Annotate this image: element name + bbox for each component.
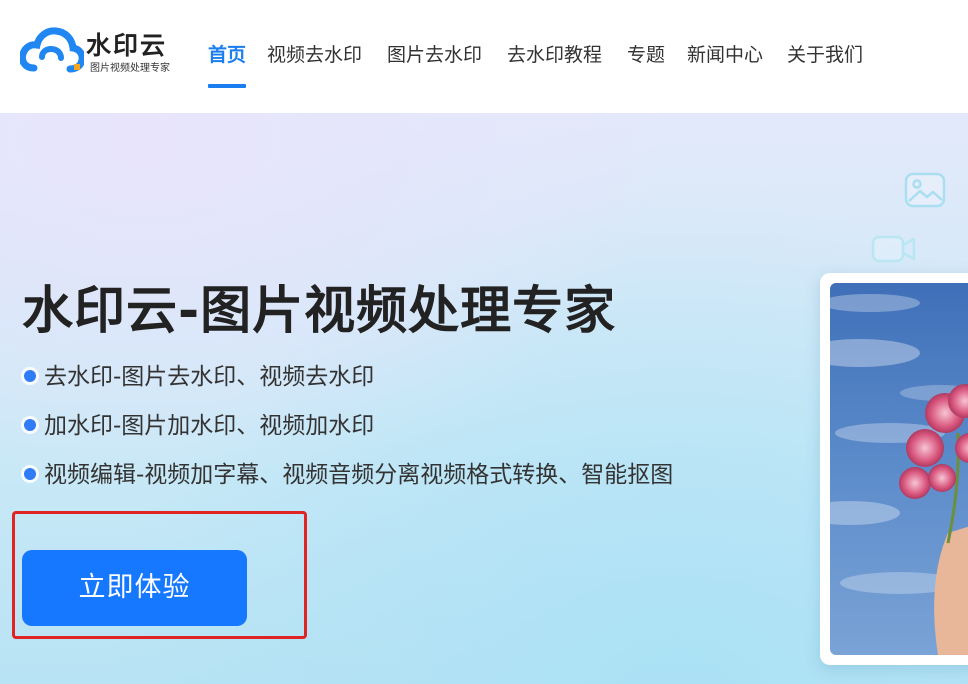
nav-item-news[interactable]: 新闻中心 [687, 40, 763, 67]
nav-item-tutorials[interactable]: 去水印教程 [507, 40, 602, 67]
logo-tagline: 图片视频处理专家 [90, 63, 170, 74]
hero-title: 水印云-图片视频处理专家 [22, 282, 617, 341]
nav-item-image-watermark-removal[interactable]: 图片去水印 [387, 40, 482, 67]
nav-item-about[interactable]: 关于我们 [787, 40, 863, 67]
nav-active-indicator [208, 84, 246, 88]
feature-text: 视频编辑-视频加字幕、视频音频分离视频格式转换、智能抠图 [44, 462, 674, 488]
logo-name: 水印云 [86, 31, 168, 60]
feature-item: 视频编辑-视频加字幕、视频音频分离视频格式转换、智能抠图 [22, 455, 673, 489]
feature-item: 加水印-图片加水印、视频加水印 [22, 406, 374, 440]
sample-photo [830, 283, 968, 655]
sample-photo-card [820, 273, 968, 665]
feature-item: 去水印-图片去水印、视频去水印 [22, 357, 374, 391]
nav-item-home[interactable]: 首页 [208, 40, 246, 67]
site-logo[interactable]: 水印云 图片视频处理专家 [20, 24, 180, 76]
site-header: 水印云 图片视频处理专家 首页 视频去水印 图片去水印 去水印教程 专题 新闻中… [0, 0, 968, 113]
cloud-logo-icon [20, 27, 84, 73]
try-now-button[interactable]: 立即体验 [22, 550, 247, 626]
hero-banner: 水印云-图片视频处理专家 去水印-图片去水印、视频去水印 加水印-图片加水印、视… [0, 113, 968, 684]
bullet-dot-icon [24, 467, 36, 480]
nav-item-topics[interactable]: 专题 [627, 40, 665, 67]
feature-text: 去水印-图片去水印、视频去水印 [44, 364, 375, 390]
bullet-dot-icon [24, 418, 36, 431]
nav-item-video-watermark-removal[interactable]: 视频去水印 [267, 40, 362, 67]
bullet-dot-icon [24, 369, 36, 382]
image-icon [904, 172, 946, 208]
feature-text: 加水印-图片加水印、视频加水印 [44, 413, 375, 439]
video-camera-icon [871, 235, 916, 263]
